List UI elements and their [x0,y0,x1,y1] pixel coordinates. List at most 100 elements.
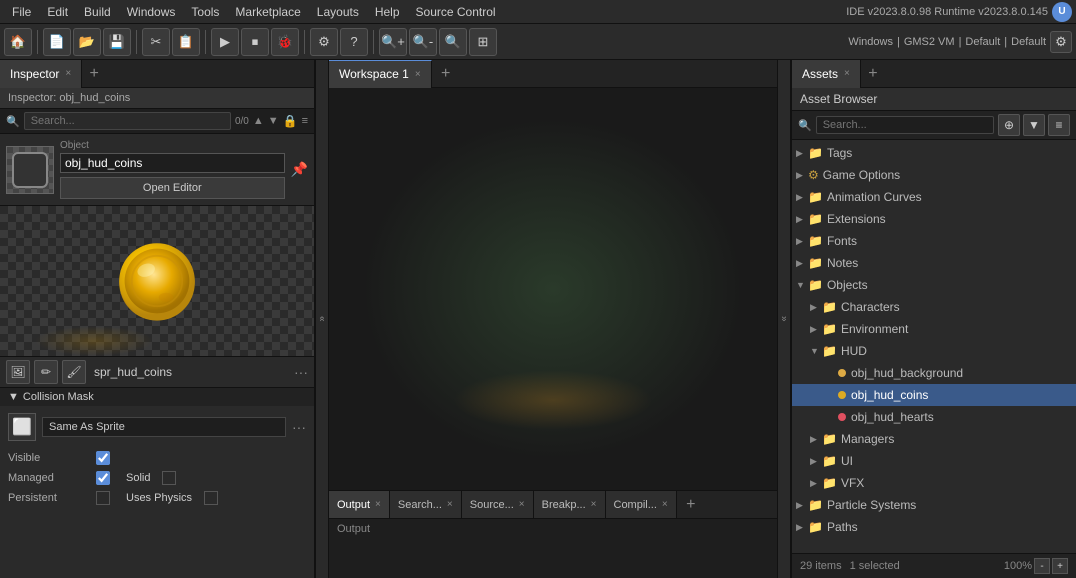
stop-button[interactable]: ⏹ [241,28,269,56]
menu-source-control[interactable]: Source Control [408,3,504,21]
zoom-decrease-button[interactable]: - [1034,558,1050,574]
inspector-tab[interactable]: Inspector × [0,60,82,88]
solid-checkbox[interactable] [162,471,176,485]
assets-add-button[interactable]: ⊕ [998,114,1020,136]
output-tab-source[interactable]: Source... × [462,491,534,519]
sprite-btn-1[interactable]: 🖼 [6,360,30,384]
open-editor-button[interactable]: Open Editor [60,177,285,199]
tree-item-particle-systems[interactable]: ▶📁Particle Systems [792,494,1076,516]
tree-item-vfx[interactable]: ▶📁VFX [792,472,1076,494]
tree-item-obj-hud-background[interactable]: obj_hud_background [792,362,1076,384]
zoom-increase-button[interactable]: + [1052,558,1068,574]
tree-item-notes[interactable]: ▶📁Notes [792,252,1076,274]
tree-folder-icon-vfx: 📁 [822,476,837,490]
persistent-checkbox[interactable] [96,491,110,505]
tree-folder-icon-extensions: 📁 [808,212,823,226]
assets-filter-button[interactable]: ▼ [1023,114,1045,136]
tree-item-fonts[interactable]: ▶📁Fonts [792,230,1076,252]
output-add-tab[interactable]: + [679,493,703,517]
assets-tab[interactable]: Assets × [792,60,861,88]
layout-button[interactable]: ⊞ [469,28,497,56]
assets-header: Asset Browser [792,88,1076,111]
output-tab-compiler-close[interactable]: × [662,499,668,510]
help-button[interactable]: ? [340,28,368,56]
zoom-out-button[interactable]: 🔍- [409,28,437,56]
tree-item-ui[interactable]: ▶📁UI [792,450,1076,472]
tree-folder-icon-animation-curves: 📁 [808,190,823,204]
right-collapse-button[interactable]: » [777,60,791,578]
tree-item-objects[interactable]: ▼📁Objects [792,274,1076,296]
visible-checkbox[interactable] [96,451,110,465]
menu-layouts[interactable]: Layouts [309,3,367,21]
menu-windows[interactable]: Windows [119,3,184,21]
tree-item-hud[interactable]: ▼📁HUD [792,340,1076,362]
collision-section-header[interactable]: ▼ Collision Mask [0,388,314,406]
managed-checkbox[interactable] [96,471,110,485]
output-tab-breakpoints[interactable]: Breakp... × [534,491,606,519]
output-tab-source-close[interactable]: × [519,499,525,510]
debug-button[interactable]: 🐞 [271,28,299,56]
tree-item-obj-hud-hearts[interactable]: obj_hud_hearts [792,406,1076,428]
inspector-tab-close[interactable]: × [65,68,71,79]
paste-button[interactable]: 📋 [172,28,200,56]
menu-build[interactable]: Build [76,3,119,21]
collision-more-button[interactable]: ··· [292,419,306,435]
sprite-more-button[interactable]: ··· [294,364,308,380]
menu-marketplace[interactable]: Marketplace [227,3,308,21]
cut-button[interactable]: ✂ [142,28,170,56]
new-file-button[interactable]: 📄 [43,28,71,56]
layout-config-button[interactable]: ⚙ [1050,31,1072,53]
tree-item-animation-curves[interactable]: ▶📁Animation Curves [792,186,1076,208]
play-button[interactable]: ▶ [211,28,239,56]
workspace-content[interactable] [329,88,777,490]
output-tab-output[interactable]: Output × [329,491,390,519]
settings-button[interactable]: ⚙ [310,28,338,56]
menu-file[interactable]: File [4,3,39,21]
tree-item-characters[interactable]: ▶📁Characters [792,296,1076,318]
tree-item-tags[interactable]: ▶📁Tags [792,142,1076,164]
output-tab-search-close[interactable]: × [447,499,453,510]
zoom-reset-button[interactable]: 🔍 [439,28,467,56]
left-collapse-button[interactable]: « [315,60,329,578]
inspector-search-up[interactable]: ▲ [253,115,264,127]
assets-tab-close[interactable]: × [844,68,850,79]
assets-search-input[interactable] [816,116,994,134]
open-file-button[interactable]: 📂 [73,28,101,56]
workspace-tab[interactable]: Workspace 1 × [329,60,432,88]
tree-item-managers[interactable]: ▶📁Managers [792,428,1076,450]
tree-arrow-fonts: ▶ [796,236,808,247]
output-tab-close[interactable]: × [375,499,381,510]
output-tab-compiler[interactable]: Compil... × [606,491,677,519]
inspector-lock-icon[interactable]: 🔒 [283,114,298,128]
user-avatar[interactable]: U [1052,2,1072,22]
sprite-btn-2[interactable]: ✏ [34,360,58,384]
tree-arrow-animation-curves: ▶ [796,192,808,203]
tree-item-paths[interactable]: ▶📁Paths [792,516,1076,538]
inspector-menu-icon[interactable]: ≡ [302,115,308,127]
home-button[interactable]: 🏠 [4,28,32,56]
assets-add-tab[interactable]: + [861,62,885,86]
tree-item-extensions[interactable]: ▶📁Extensions [792,208,1076,230]
pin-icon[interactable]: 📌 [291,161,308,178]
inspector-add-tab[interactable]: + [82,62,106,86]
tree-item-obj-hud-coins[interactable]: obj_hud_coins [792,384,1076,406]
output-tab-search[interactable]: Search... × [390,491,462,519]
workspace-tab-close[interactable]: × [415,69,421,80]
tree-folder-icon-characters: 📁 [822,300,837,314]
tree-item-game-options[interactable]: ▶⚙Game Options [792,164,1076,186]
menu-tools[interactable]: Tools [183,3,227,21]
inspector-search-down[interactable]: ▼ [268,115,279,127]
save-button[interactable]: 💾 [103,28,131,56]
uses-physics-checkbox[interactable] [204,491,218,505]
menu-help[interactable]: Help [367,3,408,21]
inspector-search-input[interactable] [24,112,231,130]
object-name-input[interactable] [60,153,285,173]
output-tab-bp-close[interactable]: × [591,499,597,510]
workspace-add-tab[interactable]: + [434,62,458,86]
zoom-in-button[interactable]: 🔍+ [379,28,407,56]
sprite-btn-3[interactable]: 🖌 [62,360,86,384]
menu-edit[interactable]: Edit [39,3,76,21]
tree-item-environment[interactable]: ▶📁Environment [792,318,1076,340]
assets-tab-bar: Assets × + [792,60,1076,88]
assets-menu-button[interactable]: ≡ [1048,114,1070,136]
